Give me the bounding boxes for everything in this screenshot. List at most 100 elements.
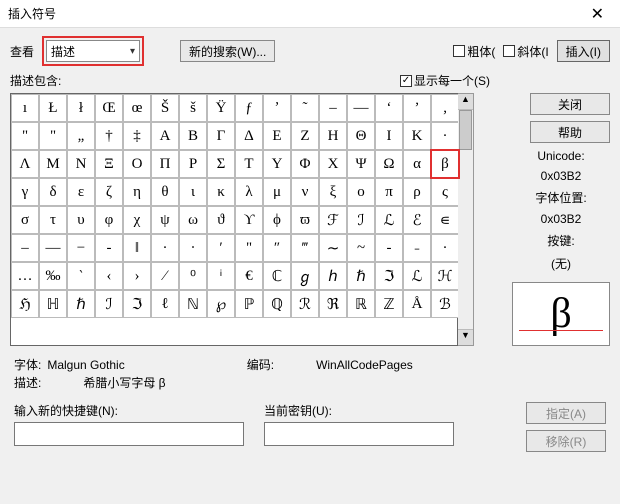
char-cell[interactable]: Τ [235,150,263,178]
char-cell[interactable]: Ψ [347,150,375,178]
char-cell[interactable]: Ÿ [207,94,235,122]
char-cell[interactable]: € [235,262,263,290]
char-cell[interactable]: ‴ [291,234,319,262]
char-cell[interactable]: ‹ [95,262,123,290]
new-search-button[interactable]: 新的搜索(W)... [180,40,275,62]
char-cell[interactable]: " [235,234,263,262]
char-cell[interactable]: φ [95,206,123,234]
char-cell[interactable]: ς [431,178,459,206]
char-cell[interactable]: „ [67,122,95,150]
char-cell[interactable]: ‵ [67,262,95,290]
char-cell[interactable]: Μ [39,150,67,178]
char-cell[interactable]: Γ [207,122,235,150]
bold-checkbox[interactable]: 粗体( [453,43,495,60]
char-cell[interactable]: ϒ [235,206,263,234]
char-cell[interactable]: · [151,234,179,262]
scroll-down-icon[interactable]: ▼ [458,329,473,345]
char-cell[interactable]: ℊ [291,262,319,290]
char-cell[interactable]: ‰ [39,262,67,290]
char-cell[interactable]: ʼ [263,94,291,122]
char-cell[interactable]: ℜ [319,290,347,318]
char-cell[interactable]: γ [11,178,39,206]
char-cell[interactable]: ϑ [207,206,235,234]
char-cell[interactable]: œ [123,94,151,122]
char-cell[interactable]: ℒ [403,262,431,290]
curkey-input[interactable] [264,422,454,446]
char-cell[interactable]: ′ [207,234,235,262]
char-cell[interactable]: ξ [319,178,347,206]
char-cell[interactable]: ⁰ [179,262,207,290]
show-each-checkbox[interactable]: ✓显示每一个(S) [400,72,490,89]
char-cell[interactable]: ζ [95,178,123,206]
scroll-thumb[interactable] [459,110,472,150]
char-cell[interactable]: χ [123,206,151,234]
char-cell[interactable]: ‖ [123,234,151,262]
italic-checkbox[interactable]: 斜体(I [503,43,548,60]
char-cell[interactable]: - [375,234,403,262]
char-cell[interactable]: Ξ [95,150,123,178]
char-cell[interactable]: ℒ [375,206,403,234]
char-cell[interactable]: θ [151,178,179,206]
char-cell[interactable]: ℑ [123,290,151,318]
char-cell[interactable]: υ [67,206,95,234]
char-cell[interactable]: β [431,150,459,178]
char-cell[interactable]: ℏ [347,262,375,290]
char-cell[interactable]: ε [67,178,95,206]
char-cell[interactable]: Σ [207,150,235,178]
char-cell[interactable]: ω [179,206,207,234]
char-cell[interactable]: κ [207,178,235,206]
char-cell[interactable]: Π [151,150,179,178]
char-cell[interactable]: − [67,234,95,262]
char-cell[interactable]: ⁄ [151,262,179,290]
char-cell[interactable]: Ν [67,150,95,178]
char-cell[interactable]: " [11,122,39,150]
char-cell[interactable]: ł [67,94,95,122]
char-cell[interactable]: ∙ [179,234,207,262]
char-cell[interactable]: Φ [291,150,319,178]
char-cell[interactable]: ℐ [347,206,375,234]
char-cell[interactable]: ℍ [39,290,67,318]
char-cell[interactable]: ϖ [291,206,319,234]
char-cell[interactable]: τ [39,206,67,234]
char-cell[interactable]: ∼ [319,234,347,262]
char-cell[interactable]: ο [347,178,375,206]
char-cell[interactable]: Υ [263,150,291,178]
char-cell[interactable]: ℐ [95,290,123,318]
char-cell[interactable]: ı [11,94,39,122]
char-cell[interactable]: Ρ [179,150,207,178]
char-cell[interactable]: ‚ [431,94,459,122]
char-cell[interactable]: – [319,94,347,122]
char-cell[interactable]: μ [263,178,291,206]
char-cell[interactable]: — [347,94,375,122]
char-cell[interactable]: Ζ [291,122,319,150]
char-cell[interactable]: σ [11,206,39,234]
char-cell[interactable]: ℕ [179,290,207,318]
char-cell[interactable]: ν [291,178,319,206]
char-cell[interactable]: Χ [319,150,347,178]
char-cell[interactable]: Ο [123,150,151,178]
char-cell[interactable]: δ [39,178,67,206]
char-cell[interactable]: · [431,234,459,262]
char-cell[interactable]: ψ [151,206,179,234]
char-cell[interactable]: ℬ [431,290,459,318]
char-cell[interactable]: ˗ [403,234,431,262]
char-cell[interactable]: Å [403,290,431,318]
char-cell[interactable]: ‡ [123,122,151,150]
char-cell[interactable]: ℰ [403,206,431,234]
char-cell[interactable]: ℎ [319,262,347,290]
char-cell[interactable]: η [123,178,151,206]
insert-button[interactable]: 插入(I) [557,40,610,62]
char-cell[interactable]: ˜ [291,94,319,122]
char-cell[interactable]: ℋ [431,262,459,290]
char-cell[interactable]: ƒ [235,94,263,122]
char-cell[interactable]: α [403,150,431,178]
char-cell[interactable]: † [95,122,123,150]
char-cell[interactable]: ‘ [375,94,403,122]
char-cell[interactable]: ι [179,178,207,206]
char-cell[interactable]: ∊ [431,206,459,234]
help-button[interactable]: 帮助 [530,121,610,143]
view-dropdown[interactable]: 描述 ▾ [46,40,140,62]
char-cell[interactable]: ″ [263,234,291,262]
scroll-up-icon[interactable]: ▲ [458,94,473,110]
char-cell[interactable]: ℝ [347,290,375,318]
